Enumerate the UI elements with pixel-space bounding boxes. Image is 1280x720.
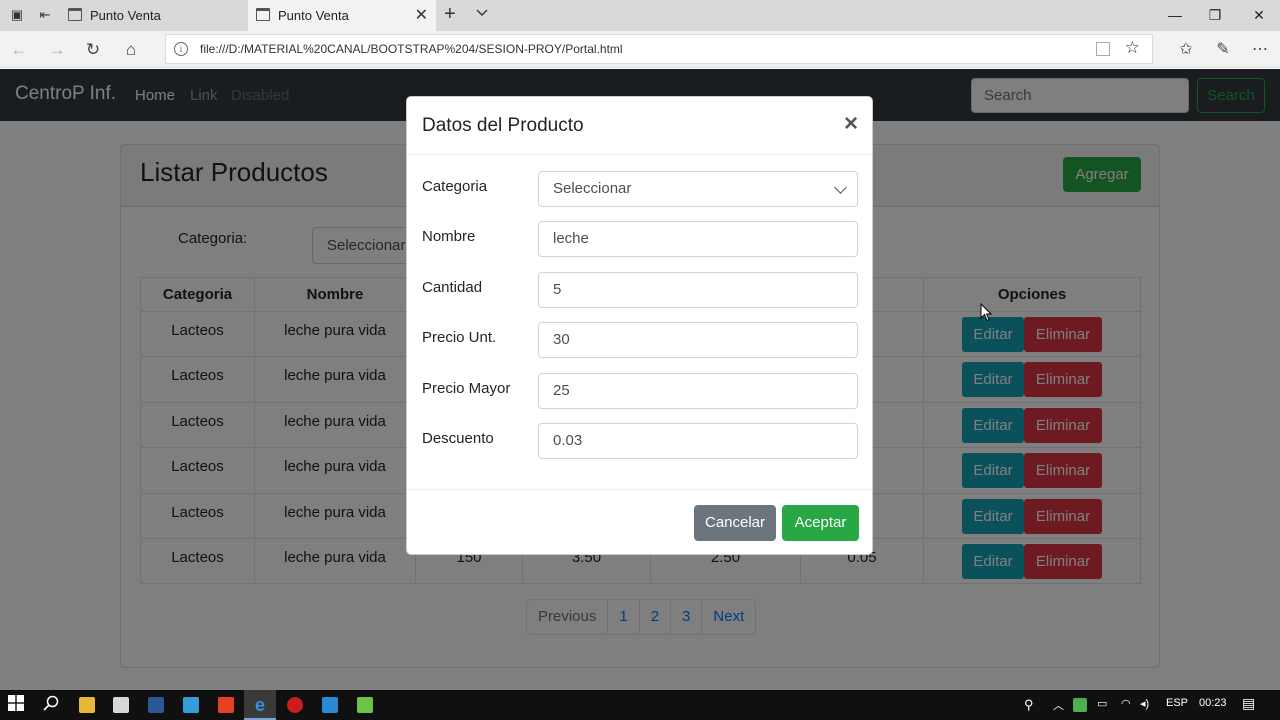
opera-icon[interactable] [287, 697, 303, 713]
tab-label: Punto Venta [278, 8, 349, 23]
windows-start-icon[interactable] [6, 695, 26, 715]
office-icon[interactable] [218, 697, 234, 713]
categoria-select[interactable]: Seleccionar [538, 171, 858, 207]
people-icon[interactable]: ⚲ [1024, 697, 1034, 713]
select-value: Seleccionar [553, 180, 632, 197]
page-icon [256, 8, 270, 21]
forward-icon[interactable]: → [46, 39, 68, 61]
set-aside-tabs-icon[interactable]: ⇤ [37, 7, 53, 23]
product-modal: Datos del Producto × Categoria Seleccion… [406, 96, 873, 555]
browser-tab-2-active[interactable]: Punto Venta ✕ [248, 0, 436, 31]
field-row-cantidad: Cantidad 5 [422, 272, 858, 308]
precio-mayor-input[interactable]: 25 [538, 373, 858, 409]
file-explorer-icon[interactable] [79, 697, 95, 713]
window-close-icon[interactable]: ✕ [1236, 0, 1280, 31]
cantidad-input[interactable]: 5 [538, 272, 858, 308]
clock[interactable]: 00:23 [1199, 697, 1227, 709]
field-label: Categoria [422, 178, 488, 195]
field-label: Cantidad [422, 279, 483, 296]
chevron-down-icon [834, 181, 847, 194]
tab-label: Punto Venta [90, 8, 161, 23]
modal-close-icon[interactable]: × [844, 111, 858, 137]
camtasia-icon[interactable] [357, 697, 373, 713]
tray-app-icon[interactable] [1073, 698, 1087, 712]
mouse-cursor-icon [980, 302, 993, 327]
field-row-precio-unt: Precio Unt. 30 [422, 322, 858, 358]
field-label: Precio Unt. [422, 329, 497, 346]
restore-icon[interactable]: ❐ [1192, 0, 1238, 31]
modal-header: Datos del Producto × [407, 97, 872, 155]
page-icon [68, 8, 82, 21]
nombre-input[interactable]: leche [538, 221, 858, 257]
url-text[interactable]: file:///D:/MATERIAL%20CANAL/BOOTSTRAP%20… [200, 35, 623, 63]
reading-view-icon[interactable] [1096, 42, 1110, 56]
store-icon[interactable] [113, 697, 129, 713]
field-label: Precio Mayor [422, 380, 511, 397]
windows-taskbar: e ⚲ ︿ ▭ ◠ ◂) ESP 00:23 ▤ [0, 690, 1280, 720]
field-row-precio-mayor: Precio Mayor 25 [422, 373, 858, 409]
browser-tab-1[interactable]: Punto Venta [60, 0, 248, 31]
web-note-pen-icon[interactable]: ✎ [1212, 39, 1234, 61]
field-row-nombre: Nombre leche [422, 221, 858, 257]
volume-icon[interactable]: ◂) [1140, 697, 1149, 710]
precio-unt-input[interactable]: 30 [538, 322, 858, 358]
search-icon[interactable] [41, 695, 61, 715]
browser-address-bar: ← → ↻ ⌂ i file:///D:/MATERIAL%20CANAL/BO… [0, 31, 1280, 68]
refresh-icon[interactable]: ↻ [82, 39, 104, 61]
more-options-icon[interactable]: ⋯ [1249, 39, 1271, 61]
favorites-hub-icon[interactable]: ✩ [1175, 39, 1197, 61]
url-field[interactable]: i file:///D:/MATERIAL%20CANAL/BOOTSTRAP%… [165, 34, 1153, 64]
browser-tab-bar: ▣ ⇤ Punto Venta Punto Venta ✕ + — ❐ ✕ [0, 0, 1280, 31]
word-icon[interactable] [148, 697, 164, 713]
tab-manager-icon[interactable]: ▣ [9, 7, 25, 23]
tray-chevron-up-icon[interactable]: ︿ [1053, 697, 1064, 713]
field-label: Descuento [422, 430, 494, 447]
edge-icon[interactable]: e [250, 695, 270, 715]
home-icon[interactable]: ⌂ [120, 39, 142, 61]
cancel-button[interactable]: Cancelar [694, 505, 776, 541]
descuento-input[interactable]: 0.03 [538, 423, 858, 459]
accept-button[interactable]: Aceptar [782, 505, 859, 541]
action-center-icon[interactable]: ▤ [1242, 695, 1255, 712]
mail-icon[interactable] [183, 697, 199, 713]
info-icon[interactable]: i [174, 42, 188, 56]
favorite-star-icon[interactable]: ☆ [1125, 38, 1140, 58]
new-tab-icon[interactable]: + [444, 3, 456, 26]
field-row-categoria: Categoria Seleccionar [422, 171, 858, 207]
web-page: CentroP Inf. Home Link Disabled Search S… [0, 69, 1280, 690]
battery-icon[interactable]: ▭ [1097, 697, 1107, 710]
wifi-icon[interactable]: ◠ [1121, 697, 1131, 710]
back-icon[interactable]: ← [8, 39, 30, 61]
vscode-icon[interactable] [322, 697, 338, 713]
tab-close-icon[interactable]: ✕ [415, 0, 428, 31]
modal-title: Datos del Producto [422, 115, 584, 136]
field-label: Nombre [422, 228, 476, 245]
language-indicator[interactable]: ESP [1166, 697, 1188, 709]
field-row-descuento: Descuento 0.03 [422, 423, 858, 459]
modal-footer-divider [407, 489, 872, 490]
tab-list-chevron-icon[interactable] [475, 6, 489, 20]
